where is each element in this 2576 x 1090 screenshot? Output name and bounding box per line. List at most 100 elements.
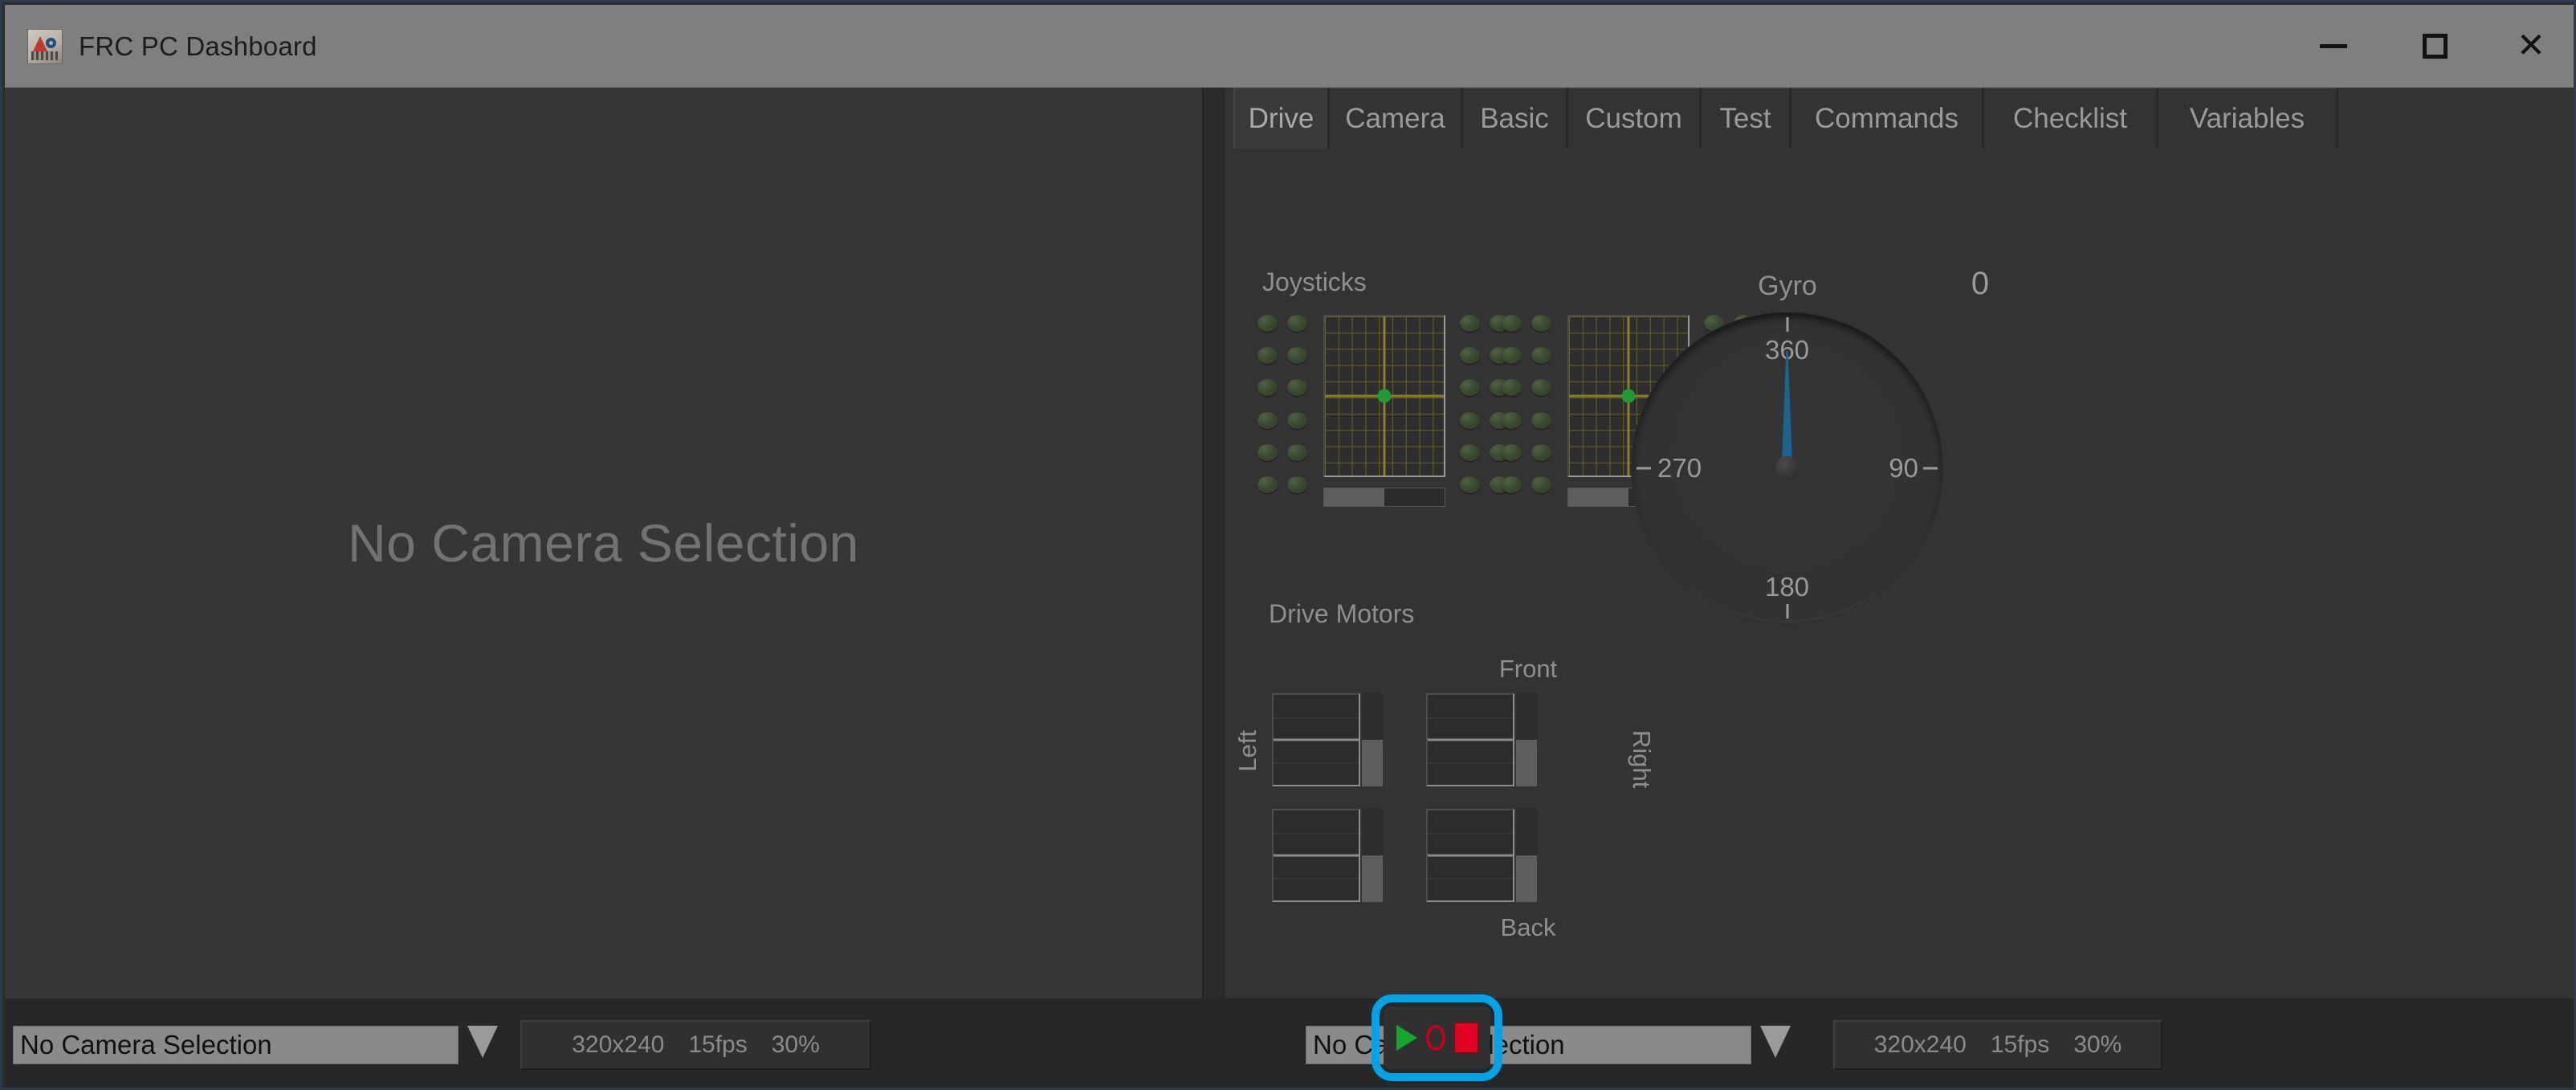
motor-front-left: [1272, 693, 1383, 786]
right-camera-fps: 15fps: [1990, 1031, 2050, 1058]
joystick-button-led: [1502, 443, 1522, 461]
joystick-button-led: [1531, 443, 1551, 461]
motor-back-left-slider[interactable]: [1362, 809, 1383, 902]
title-bar: FRC PC Dashboard ✕: [5, 5, 2574, 88]
gyro-tick-90: [1923, 467, 1938, 469]
joystick-button-led: [1460, 443, 1480, 461]
left-camera-fps: 15fps: [688, 1031, 748, 1058]
gyro-tick-270: [1636, 467, 1651, 469]
app-logo-icon: [27, 28, 63, 64]
tab-label: Camera: [1345, 103, 1445, 134]
motor-back-left-bar: [1272, 809, 1360, 902]
drive-motors-left-label: Left: [1233, 730, 1262, 772]
joystick-button-led: [1531, 315, 1551, 332]
gyro-tick-360: [1786, 317, 1788, 332]
tab-label: Drive: [1248, 103, 1314, 134]
tab-label: Basic: [1480, 103, 1549, 134]
motor-back-right-bar: [1426, 809, 1514, 902]
right-camera-stats: 320x240 15fps 30%: [1833, 1020, 2162, 1070]
maximize-button[interactable]: [2395, 5, 2475, 88]
drive-motors-right-label: Right: [1628, 730, 1656, 789]
motor-front-left-bar: [1272, 693, 1360, 786]
close-icon: ✕: [2516, 27, 2546, 65]
motor-front-right-slider[interactable]: [1516, 693, 1537, 786]
right-camera-select[interactable]: No Camera Selection: [1306, 1026, 1751, 1064]
gyro-label-90: 90: [1889, 452, 1918, 483]
joystick-1-button-leds-left: [1257, 315, 1307, 493]
right-camera-chevron-down-icon[interactable]: [1760, 1026, 1791, 1058]
gyro-label-180: 180: [1764, 572, 1810, 602]
right-camera-resolution: 320x240: [1873, 1031, 1967, 1058]
gyro-label: Gyro: [1758, 271, 1817, 301]
play-icon[interactable]: [1396, 1025, 1417, 1051]
joystick-button-led: [1257, 347, 1278, 365]
gyro-gauge: 360 90 180 270: [1632, 312, 1942, 623]
left-camera-stats: 320x240 15fps 30%: [520, 1020, 871, 1070]
joystick-button-led: [1460, 379, 1480, 397]
tab-drive[interactable]: Drive: [1233, 88, 1330, 149]
stop-icon[interactable]: [1453, 1023, 1478, 1053]
window-title: FRC PC Dashboard: [79, 31, 317, 61]
drive-motors-front-label: Front: [1498, 655, 1558, 683]
joystick-button-led: [1502, 411, 1522, 429]
tab-label: Variables: [2189, 103, 2305, 134]
joystick-button-led: [1257, 443, 1278, 461]
close-button[interactable]: ✕: [2491, 5, 2571, 88]
joystick-button-led: [1531, 476, 1551, 493]
maximize-icon: [2422, 34, 2448, 59]
joystick-button-led: [1287, 476, 1307, 493]
tab-label: Test: [1719, 103, 1771, 134]
tab-variables[interactable]: Variables: [2158, 88, 2338, 149]
tab-basic[interactable]: Basic: [1463, 88, 1568, 149]
left-camera-quality: 30%: [771, 1031, 820, 1058]
joystick-button-led: [1287, 315, 1307, 332]
joystick-button-led: [1287, 411, 1307, 429]
gyro-value: 0: [1971, 266, 1990, 301]
drive-motors-section-label: Drive Motors: [1269, 599, 1415, 628]
recording-controls: [1384, 1006, 1490, 1069]
joystick-2-button-leds-left: [1502, 315, 1551, 493]
tab-test[interactable]: Test: [1702, 88, 1791, 149]
joystick-button-led: [1502, 476, 1522, 493]
left-camera-select-value: No Camera Selection: [20, 1030, 272, 1059]
gyro-hub: [1775, 455, 1800, 480]
tab-checklist[interactable]: Checklist: [1984, 88, 2158, 149]
joystick-button-led: [1287, 379, 1307, 397]
joystick-button-led: [1531, 379, 1551, 397]
camera-view-panel: No Camera Selection: [5, 88, 1204, 998]
joystick-button-led: [1257, 379, 1278, 397]
left-camera-select[interactable]: No Camera Selection: [13, 1026, 459, 1064]
tab-custom[interactable]: Custom: [1568, 88, 1702, 149]
joystick-position-dot: [1377, 389, 1392, 403]
tab-commands[interactable]: Commands: [1791, 88, 1984, 149]
joystick-button-led: [1531, 411, 1551, 429]
joystick-button-led: [1287, 443, 1307, 461]
left-camera-chevron-down-icon[interactable]: [467, 1026, 498, 1058]
tab-label: Checklist: [2013, 103, 2127, 134]
tab-bar: Drive Camera Basic Custom Test Commands …: [1225, 88, 2574, 149]
motor-back-left: [1272, 809, 1383, 902]
motor-back-right: [1426, 809, 1537, 902]
gyro-tick-180: [1786, 604, 1788, 618]
minimize-button[interactable]: [2293, 5, 2374, 88]
joystick-button-led: [1460, 347, 1480, 365]
left-camera-resolution: 320x240: [572, 1031, 665, 1058]
drive-motors-back-label: Back: [1500, 913, 1556, 941]
tab-label: Commands: [1815, 103, 1958, 134]
joystick-button-led: [1460, 476, 1480, 493]
motor-back-right-slider[interactable]: [1516, 809, 1537, 902]
joystick-button-led: [1460, 315, 1480, 332]
tab-camera[interactable]: Camera: [1330, 88, 1463, 149]
minimize-icon: [2320, 44, 2347, 48]
gyro-label-270: 270: [1657, 452, 1702, 483]
motor-front-right-bar: [1426, 693, 1514, 786]
motor-front-left-slider[interactable]: [1362, 693, 1383, 786]
dashboard-panel: Drive Camera Basic Custom Test Commands …: [1225, 88, 2574, 1045]
joystick-button-led: [1257, 411, 1278, 429]
joysticks-section-label: Joysticks: [1262, 267, 1367, 296]
status-bar: No Camera Selection 320x240 15fps 30% No…: [5, 998, 2574, 1088]
joystick-button-led: [1502, 379, 1522, 397]
joystick-1-pad[interactable]: [1323, 315, 1445, 477]
record-icon[interactable]: [1425, 1025, 1445, 1051]
joystick-1-throttle[interactable]: [1323, 488, 1445, 507]
